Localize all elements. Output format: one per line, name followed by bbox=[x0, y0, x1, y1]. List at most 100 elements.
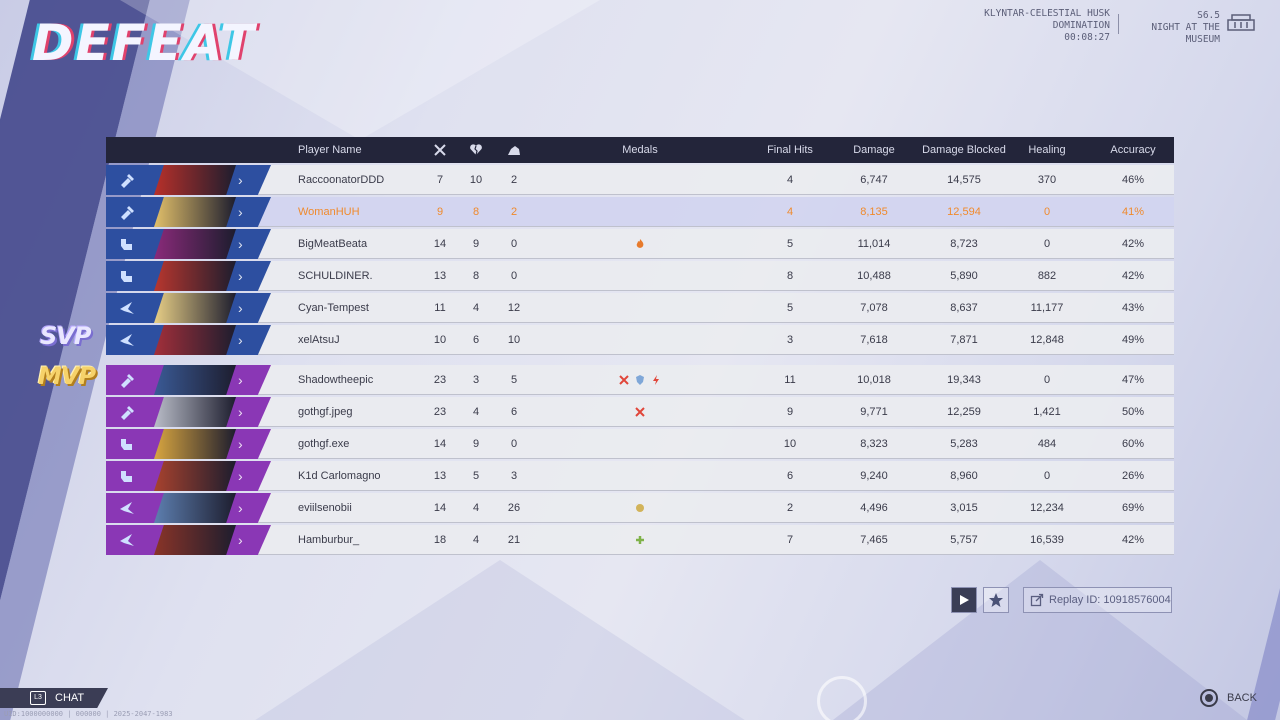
chevron-right-icon: › bbox=[238, 500, 243, 516]
deaths: 4 bbox=[472, 406, 480, 418]
player-portrait[interactable]: › bbox=[106, 261, 271, 291]
chat-button[interactable]: CHAT bbox=[0, 688, 108, 708]
hero-portrait bbox=[154, 493, 236, 523]
damage: 8,135 bbox=[860, 206, 888, 218]
deaths: 5 bbox=[472, 470, 480, 482]
assists: 10 bbox=[507, 334, 521, 346]
damage-blocked: 7,871 bbox=[950, 334, 978, 346]
kills: 13 bbox=[433, 270, 447, 282]
hero-portrait bbox=[154, 165, 236, 195]
play-replay-button[interactable] bbox=[951, 587, 977, 613]
chevron-right-icon: › bbox=[238, 172, 243, 188]
healing: 0 bbox=[1043, 206, 1051, 218]
player-row[interactable]: › eviilsenobii 14 4 26 2 4,496 3,015 12,234 69% bbox=[106, 493, 1174, 523]
final-hits: 5 bbox=[786, 302, 794, 314]
damage: 4,496 bbox=[860, 502, 888, 514]
medals bbox=[586, 229, 694, 259]
player-portrait[interactable]: › bbox=[106, 429, 271, 459]
player-row[interactable]: › Cyan-Tempest 11 4 12 5 7,078 8,637 11,177 43% bbox=[106, 293, 1174, 323]
back-button[interactable]: BACK bbox=[1200, 689, 1257, 707]
player-portrait[interactable]: › bbox=[106, 397, 271, 427]
player-portrait[interactable]: › bbox=[106, 525, 271, 555]
accuracy: 60% bbox=[1121, 438, 1145, 450]
chevron-right-icon: › bbox=[238, 236, 243, 252]
player-row[interactable]: › K1d Carlomagno 13 5 3 6 9,240 8,960 0 26% bbox=[106, 461, 1174, 491]
damage: 7,618 bbox=[860, 334, 888, 346]
player-row[interactable]: › BigMeatBeata 14 9 0 5 11,014 8,723 0 42% bbox=[106, 229, 1174, 259]
deaths: 10 bbox=[469, 174, 483, 186]
assists: 0 bbox=[510, 270, 518, 282]
player-portrait[interactable]: › bbox=[106, 293, 271, 323]
team-separator bbox=[106, 355, 1174, 363]
assists: 5 bbox=[510, 374, 518, 386]
final-hits: 9 bbox=[786, 406, 794, 418]
game-mode: DOMINATION bbox=[1052, 20, 1110, 31]
damage-blocked: 8,723 bbox=[950, 238, 978, 250]
damage-blocked: 12,594 bbox=[947, 206, 981, 218]
medals bbox=[586, 261, 694, 291]
assists: 0 bbox=[510, 238, 518, 250]
player-row[interactable]: › RaccoonatorDDD 7 10 2 4 6,747 14,575 370 46% bbox=[106, 165, 1174, 195]
player-row[interactable]: › gothgf.exe 14 9 0 10 8,323 5,283 484 60% bbox=[106, 429, 1174, 459]
player-portrait[interactable]: › bbox=[106, 461, 271, 491]
player-row[interactable]: › gothgf.jpeg 23 4 6 9 9,771 12,259 1,421 50% bbox=[106, 397, 1174, 427]
player-portrait[interactable]: › bbox=[106, 493, 271, 523]
final-hits: 7 bbox=[786, 534, 794, 546]
player-portrait[interactable]: › bbox=[106, 325, 271, 355]
match-info: KLYNTAR-CELESTIAL HUSK DOMINATION 00:08:… bbox=[984, 8, 1110, 44]
build-info: UID:1000000000 | 000000 | 2025-2047-1983 bbox=[4, 710, 173, 718]
hand-medal-icon bbox=[636, 504, 644, 513]
season-number: S6.5 bbox=[1197, 10, 1220, 21]
assists: 3 bbox=[510, 470, 518, 482]
deaths: 6 bbox=[472, 334, 480, 346]
favorite-button[interactable] bbox=[983, 587, 1009, 613]
final-hits: 2 bbox=[786, 502, 794, 514]
final-hits: 8 bbox=[786, 270, 794, 282]
player-row[interactable]: › Shadowtheepic 23 3 5 11 10,018 19,343 0 47% bbox=[106, 365, 1174, 395]
damage-blocked: 14,575 bbox=[947, 174, 981, 186]
player-portrait[interactable]: › bbox=[106, 365, 271, 395]
kills: 23 bbox=[433, 406, 447, 418]
damage: 9,771 bbox=[860, 406, 888, 418]
player-portrait[interactable]: › bbox=[106, 229, 271, 259]
assists: 2 bbox=[510, 174, 518, 186]
hero-portrait bbox=[154, 229, 236, 259]
hero-portrait bbox=[154, 397, 236, 427]
season-name: NIGHT AT THE MUSEUM bbox=[1151, 22, 1220, 45]
circle-button-icon bbox=[1200, 689, 1218, 707]
final-hits: 6 bbox=[786, 470, 794, 482]
hero-portrait bbox=[154, 365, 236, 395]
accuracy: 47% bbox=[1121, 374, 1145, 386]
map-name: KLYNTAR-CELESTIAL HUSK bbox=[984, 8, 1110, 19]
medals bbox=[586, 365, 694, 395]
fire-medal-icon bbox=[636, 239, 644, 248]
deaths: 4 bbox=[472, 534, 480, 546]
accuracy: 50% bbox=[1121, 406, 1145, 418]
deaths: 8 bbox=[472, 270, 480, 282]
accuracy: 49% bbox=[1121, 334, 1145, 346]
chat-label: CHAT bbox=[55, 692, 85, 704]
accuracy: 42% bbox=[1121, 270, 1145, 282]
header-damage: Damage bbox=[853, 144, 895, 156]
medals bbox=[586, 293, 694, 323]
player-portrait[interactable]: › bbox=[106, 165, 271, 195]
strategist-role-icon bbox=[120, 502, 134, 514]
kills: 7 bbox=[436, 174, 444, 186]
final-hits: 10 bbox=[783, 438, 797, 450]
medals bbox=[586, 525, 694, 555]
damage: 10,488 bbox=[857, 270, 891, 282]
bg-facet bbox=[240, 560, 760, 720]
replay-id-button[interactable]: Replay ID: 10918576004 bbox=[1023, 587, 1172, 613]
header-damage-blocked: Damage Blocked bbox=[922, 144, 1006, 156]
player-portrait[interactable]: › bbox=[106, 197, 271, 227]
player-row[interactable]: › xelAtsuJ 10 6 10 3 7,618 7,871 12,848 49% bbox=[106, 325, 1174, 355]
player-row[interactable]: › SCHULDINER. 13 8 0 8 10,488 5,890 882 42% bbox=[106, 261, 1174, 291]
swords-medal-icon bbox=[619, 375, 629, 385]
player-row[interactable]: › WomanHUH 9 8 2 4 8,135 12,594 0 41% bbox=[106, 197, 1174, 227]
player-row[interactable]: › Hamburbur_ 18 4 21 7 7,465 5,757 16,539 42% bbox=[106, 525, 1174, 555]
medals bbox=[586, 397, 694, 427]
damage: 7,465 bbox=[860, 534, 888, 546]
hero-portrait bbox=[154, 461, 236, 491]
medals bbox=[586, 493, 694, 523]
accuracy: 41% bbox=[1121, 206, 1145, 218]
